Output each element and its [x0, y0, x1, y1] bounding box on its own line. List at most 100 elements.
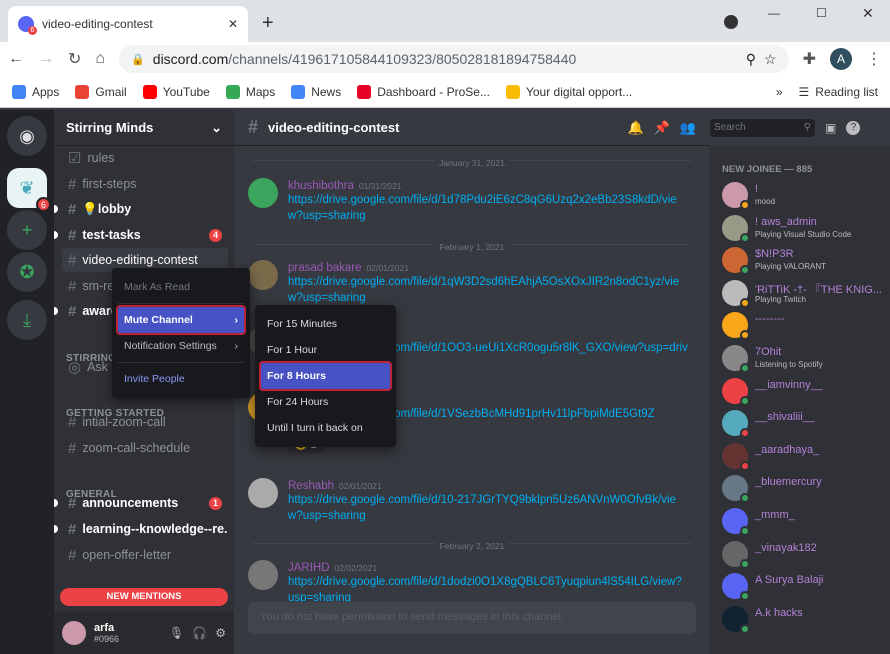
bookmark-item[interactable]: Your digital opport...	[505, 84, 632, 99]
status-indicator	[740, 265, 750, 276]
address-bar[interactable]: 🔒 discord.com/channels/41961710584410932…	[119, 45, 789, 73]
avatar[interactable]	[248, 478, 278, 508]
close-tab-icon[interactable]: ✕	[228, 17, 238, 31]
settings-gear-icon[interactable]: ⚙	[215, 626, 226, 640]
headphones-icon[interactable]: 🎧	[192, 626, 207, 640]
submenu-item[interactable]: For 1 Hour	[261, 337, 390, 363]
submenu-item[interactable]: Until I turn it back on	[261, 415, 390, 441]
member-item[interactable]: _bluemercury	[722, 473, 887, 505]
profile-avatar[interactable]: A	[830, 48, 852, 70]
hash-icon: #	[68, 546, 77, 564]
bookmark-icon	[505, 84, 520, 99]
message-body: JARIHD 02/02/2021 https://drive.google.com…	[288, 560, 688, 606]
extensions-icon[interactable]: ✚	[803, 49, 816, 69]
message-author[interactable]: prasad bakare	[288, 262, 362, 274]
channel-item[interactable]: # intial-zoom-call	[62, 410, 228, 434]
server-stirring-minds[interactable]: ❦ 6	[7, 168, 51, 212]
channel-item[interactable]: # first-steps	[62, 172, 228, 196]
member-item[interactable]: _aaradhaya_	[722, 441, 887, 473]
channel-item[interactable]: # 💡lobby	[54, 197, 228, 221]
menu-item[interactable]: Notification Settings ›	[118, 333, 244, 359]
bookmark-item[interactable]: Maps	[225, 84, 275, 99]
hash-icon: #	[68, 277, 77, 295]
bookmark-item[interactable]: Dashboard - ProSe...	[357, 84, 490, 99]
explore-icon[interactable]: ✪	[7, 252, 47, 292]
tab-search-icon[interactable]	[724, 15, 738, 29]
member-activity: Playing VALORANT	[755, 262, 826, 272]
zoom-icon[interactable]: ⚲	[746, 51, 756, 68]
channel-item[interactable]: # test-tasks 4	[54, 223, 228, 247]
close-window-icon[interactable]: ✕	[862, 5, 874, 22]
mute-mic-icon[interactable]: 🎙	[169, 626, 184, 640]
add-server-icon[interactable]: +	[7, 210, 47, 250]
home-icon[interactable]: ⌂	[95, 50, 105, 68]
bookmark-star-icon[interactable]: ☆	[764, 51, 777, 68]
unread-indicator	[54, 499, 58, 507]
back-icon[interactable]: ←	[8, 50, 24, 68]
hash-icon: #	[68, 439, 77, 457]
search-input[interactable]: Search ⚲	[710, 119, 815, 137]
member-item[interactable]: $N!P3R Playing VALORANT	[722, 245, 887, 277]
menu-icon[interactable]: ⋮	[866, 49, 882, 69]
member-item[interactable]: --------	[722, 310, 887, 342]
submenu-item[interactable]: For 8 Hours	[259, 361, 392, 391]
menu-item[interactable]: Invite People	[118, 366, 244, 392]
new-mentions-button[interactable]: NEW MENTIONS	[60, 588, 228, 606]
member-item[interactable]: 7Ohit Listening to Spotify	[722, 343, 887, 375]
member-item[interactable]: A Surya Balaji	[722, 571, 887, 603]
member-item[interactable]: 'RiTTiK -†- 『THE KNIG... Playing Twitch	[722, 278, 887, 310]
bookmarks-overflow-button[interactable]: »	[776, 85, 783, 99]
status-indicator	[740, 330, 750, 341]
reading-list-button[interactable]: ☰ Reading list	[799, 85, 878, 99]
member-item[interactable]: _mmm_	[722, 506, 887, 538]
forward-icon[interactable]: →	[38, 50, 54, 68]
member-item[interactable]: ! aws_admin Playing Visual Studio Code	[722, 213, 887, 245]
menu-item[interactable]: Mark As Read	[118, 274, 244, 300]
bookmark-item[interactable]: YouTube	[142, 84, 210, 99]
avatar[interactable]	[62, 621, 86, 645]
message-link[interactable]: https://drive.google.com/file/d/1qW3D2sd…	[288, 274, 688, 306]
bookmark-item[interactable]: Apps	[12, 84, 59, 99]
download-icon[interactable]: ⤓	[7, 300, 47, 340]
bookmark-icon	[225, 84, 240, 99]
submenu-item[interactable]: For 15 Minutes	[261, 311, 390, 337]
channel-item[interactable]: ☑ rules	[62, 146, 228, 170]
channel-item[interactable]: # learning--knowledge--re...	[54, 517, 228, 541]
minimize-icon[interactable]: —	[768, 6, 780, 20]
member-item[interactable]: __shivaliii__	[722, 408, 887, 440]
avatar[interactable]	[248, 178, 278, 208]
bookmark-item[interactable]: Gmail	[75, 84, 127, 99]
member-list-icon[interactable]: 👥	[680, 120, 696, 136]
pin-icon[interactable]: 📌	[654, 120, 670, 136]
reload-icon[interactable]: ↻	[68, 49, 81, 69]
submenu-item[interactable]: For 24 Hours	[261, 389, 390, 415]
avatar[interactable]	[248, 260, 278, 290]
bookmark-item[interactable]: News	[291, 84, 341, 99]
member-name: _mmm_	[755, 509, 795, 521]
member-item[interactable]: A.k hacks	[722, 604, 887, 636]
chevron-down-icon[interactable]: ⌄	[211, 120, 222, 136]
inbox-icon[interactable]: ▣	[825, 121, 836, 135]
channel-item[interactable]: # zoom-call-schedule	[62, 436, 228, 460]
discord-home-icon[interactable]: ◉	[7, 116, 47, 156]
message-author[interactable]: JARIHD	[288, 562, 330, 574]
member-item[interactable]: __iamvinny__	[722, 376, 887, 408]
help-icon[interactable]: ?	[846, 121, 861, 135]
new-tab-button[interactable]: +	[262, 12, 274, 35]
channel-item[interactable]: # announcements 1	[54, 491, 228, 515]
message-author[interactable]: Reshabh	[288, 480, 334, 492]
channel-item[interactable]: # open-offer-letter	[62, 543, 228, 567]
message-timestamp: 01/31/2021	[358, 181, 402, 191]
message-author[interactable]: khushibothra	[288, 180, 354, 192]
message: JARIHD 02/02/2021 https://drive.google.com…	[248, 560, 688, 606]
message-link[interactable]: https://drive.google.com/file/d/1d78Pdu2…	[288, 192, 688, 224]
avatar[interactable]	[248, 560, 278, 590]
menu-item[interactable]: Mute Channel ›	[116, 305, 246, 335]
browser-tab[interactable]: video-editing-contest ✕	[8, 6, 248, 42]
message-link[interactable]: https://drive.google.com/file/d/10-217JG…	[288, 492, 688, 524]
member-item[interactable]: ! mood	[722, 180, 887, 212]
server-header[interactable]: Stirring Minds ⌄	[54, 110, 234, 146]
bell-icon[interactable]: 🔔	[627, 120, 643, 136]
maximize-icon[interactable]: ☐	[816, 6, 827, 20]
member-item[interactable]: _vinayak182	[722, 539, 887, 571]
